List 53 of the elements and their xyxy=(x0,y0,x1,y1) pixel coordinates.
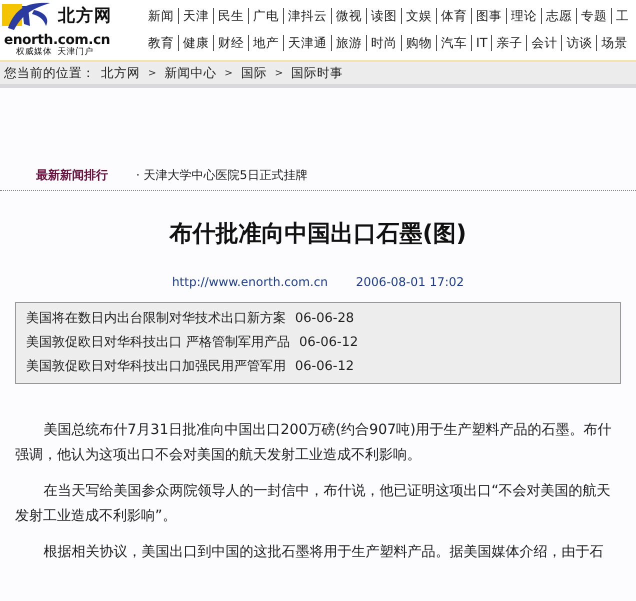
nav-link[interactable]: 图事 xyxy=(471,8,506,24)
breadcrumb-link[interactable]: 北方网 xyxy=(101,64,140,82)
related-news-date: 06-06-12 xyxy=(295,358,354,374)
nav-link[interactable]: 广电 xyxy=(248,8,283,24)
related-news-date: 06-06-12 xyxy=(299,334,358,350)
nav-link[interactable]: 专题 xyxy=(576,8,611,24)
nav-link[interactable]: 健康 xyxy=(178,35,213,51)
nav-link[interactable]: 民生 xyxy=(213,8,248,24)
nav-link[interactable]: 汽车 xyxy=(436,35,471,51)
ranking-heading: 最新新闻排行 xyxy=(36,167,109,184)
nav-link[interactable]: 财经 xyxy=(213,35,248,51)
nav-link[interactable]: IT xyxy=(471,35,492,51)
breadcrumb-link[interactable]: 国际 xyxy=(240,64,267,82)
breadcrumb-separator: > xyxy=(224,66,233,80)
breadcrumb-separator: > xyxy=(274,66,284,80)
nav-link[interactable]: 旅游 xyxy=(331,35,366,51)
nav-link[interactable]: 津抖云 xyxy=(283,8,331,24)
nav-link[interactable]: 时尚 xyxy=(366,35,401,51)
source-link[interactable]: http://www.enorth.com.cn xyxy=(172,274,328,289)
nav-link[interactable]: 新闻 xyxy=(148,8,178,24)
nav-link[interactable]: 志愿 xyxy=(541,8,576,24)
article-paragraph: 在当天写给美国参众两院领导人的一封信中，布什说，他已证明这项出口“不会对美国的航天发射工业造成不利影响”。 xyxy=(15,482,612,526)
nav-link[interactable]: 文娱 xyxy=(401,8,436,24)
ranking-link[interactable]: · 天津大学中心医院5日正式挂牌 xyxy=(136,166,308,184)
related-news-link[interactable]: 美国敦促欧日对华科技出口 严格管制军用产品 xyxy=(26,334,290,350)
breadcrumb-label: 您当前的位置： xyxy=(4,64,95,82)
breadcrumb-link[interactable]: 国际时事 xyxy=(291,64,344,82)
logo-domain: enorth.com.cn xyxy=(4,31,110,48)
related-news-link[interactable]: 美国敦促欧日对华科技出口加强民用严管军用 xyxy=(26,358,286,374)
breadcrumb-separator: > xyxy=(148,66,156,80)
article-paragraph: 根据相关协议，美国出口到中国的这批石墨将用于生产塑料产品。据美国媒体介绍，由于石 xyxy=(42,542,604,562)
nav-link[interactable]: 天津通 xyxy=(283,35,331,51)
related-news-link[interactable]: 美国将在数日内出台限制对华技术出口新方案 xyxy=(26,310,286,326)
nav-link[interactable]: 场景 xyxy=(596,35,632,51)
nav-link[interactable]: 购物 xyxy=(401,35,436,51)
nav-link[interactable]: 理论 xyxy=(506,8,541,24)
nav-link[interactable]: 亲子 xyxy=(491,35,526,51)
nav-link[interactable]: 微视 xyxy=(331,8,366,24)
related-news-date: 06-06-28 xyxy=(295,310,354,326)
nav-link[interactable]: 工 xyxy=(611,8,633,24)
breadcrumb-link[interactable]: 新闻中心 xyxy=(164,64,216,82)
nav-link[interactable]: 访谈 xyxy=(561,35,596,51)
nav-link[interactable]: 天津 xyxy=(178,8,213,24)
nav-link[interactable]: 教育 xyxy=(148,35,178,51)
nav-link[interactable]: 会计 xyxy=(526,35,562,51)
logo-name: 北方网 xyxy=(58,5,112,28)
nav-link[interactable]: 地产 xyxy=(248,35,283,51)
publish-date: 2006-08-01 17:02 xyxy=(356,274,464,289)
nav-link[interactable]: 体育 xyxy=(436,8,471,24)
article-paragraph: 美国总统布什7月31日批准向中国出口200万磅(约合907吨)用于生产塑料产品的石墨。布什强调，他认为这项出口不会对美国的航天发射工业造成不利影响。 xyxy=(15,420,613,465)
nav-link[interactable]: 读图 xyxy=(366,8,401,24)
logo-slogan: 权威媒体 天津门户 xyxy=(16,46,94,59)
article-title: 布什批准向中国出口石墨(图) xyxy=(168,221,468,249)
